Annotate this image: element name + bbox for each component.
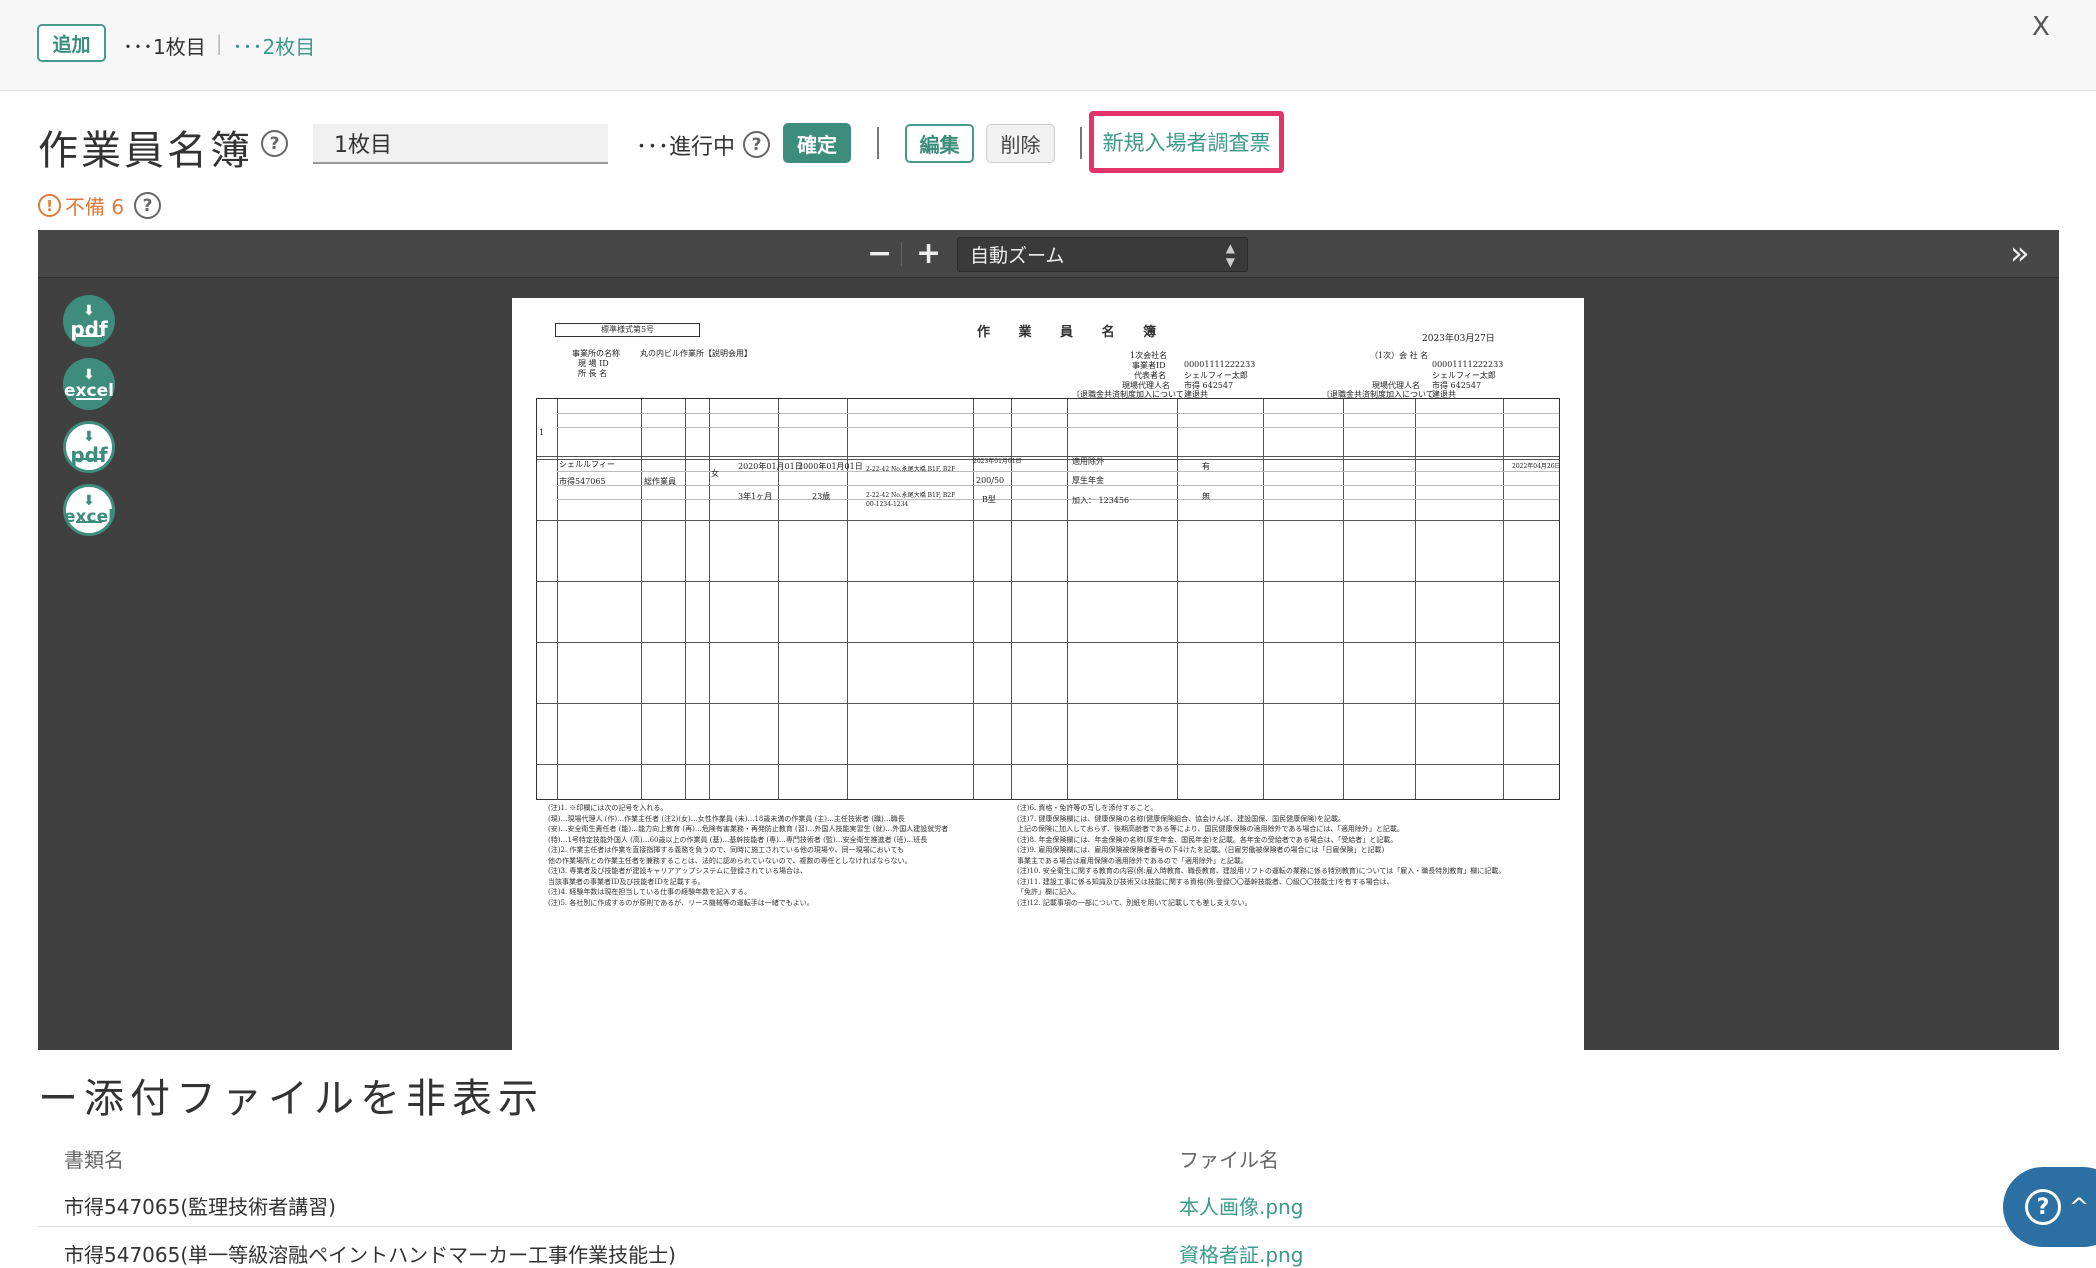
help-widget-button[interactable]: ? ^ <box>2003 1167 2096 1247</box>
attachment-doc-name: 市得547065(監理技術者講習) <box>64 1195 336 1219</box>
employment-insurance: 加入： 123456 <box>1072 496 1130 505</box>
help-question-icon[interactable]: ? <box>261 130 288 157</box>
edit-button[interactable]: 編集 <box>905 124 974 163</box>
viewer-toolbar: − + 自動ズーム ▲ ▼ » <box>38 230 2059 278</box>
office-value: 丸の内ビル作業所【説明会用】 <box>640 349 752 358</box>
pdf-download-outline-icon[interactable]: ⬇ pdf <box>63 421 115 473</box>
zoom-out-button[interactable]: − <box>867 236 892 271</box>
emergency-address: 2-22-42 No.永尾大橋 B1F, B2F <box>866 492 956 499</box>
hide-attachments-toggle[interactable]: ー添付ファイルを非表示 <box>38 1066 544 1124</box>
site-name-label: 所 長 名 <box>578 369 608 378</box>
page-title: 作業員名簿 <box>38 128 253 174</box>
column-header-document: 書類名 <box>64 1148 124 1172</box>
worker-gender: 女 <box>711 469 719 478</box>
deficit-indicator[interactable]: ! 不備 6 ? <box>38 191 162 220</box>
notes-left: (注)1. ※印欄には次の記号を入れる。 (現)…現場代理人 (作)…作業主任者… <box>548 804 949 907</box>
health-check-date: 2023年01月01日 <box>973 458 1022 465</box>
retirement-has: 有 <box>1202 462 1210 471</box>
expand-sidebar-icon[interactable]: » <box>2010 234 2030 272</box>
deficit-help-question-icon[interactable]: ? <box>134 192 162 219</box>
last-entry-date: 2022年04月26日 <box>1512 463 1561 470</box>
worker-years: 3年1ヶ月 <box>738 492 773 501</box>
pension: 厚生年金 <box>1072 476 1104 485</box>
new-entrant-survey-button[interactable]: 新規入場者調査票 <box>1089 111 1284 173</box>
row-number: 1 <box>539 428 545 437</box>
sheet-tabs: ･･･1枚目 | ･･･2枚目 <box>123 31 315 60</box>
worker-address: 2-22-42 No.永尾大橋 B1F, B2F <box>866 466 956 473</box>
tab-sheet-2[interactable]: ･･･2枚目 <box>232 31 315 60</box>
help-question-icon: ? <box>2025 1189 2061 1225</box>
secondary-company-label: （1次）会 社 名 <box>1370 351 1429 360</box>
worker-role: 総作業員 <box>644 477 676 486</box>
excel-download-outline-icon[interactable]: ⬇ excel <box>63 484 115 536</box>
zoom-value: 自動ズーム <box>970 245 1065 267</box>
download-icons: ⬇ pdf ⬇ excel ⬇ pdf ⬇ excel <box>63 295 115 547</box>
worker-hired: 2020年01月01日 <box>738 462 803 471</box>
document-page: 標準様式第5号 作 業 員 名 簿 2023年03月27日 事業所の名称 丸の内… <box>512 298 1584 1050</box>
column-header-file: ファイル名 <box>1179 1148 1279 1172</box>
chevron-up-icon: ^ <box>2069 1193 2090 1221</box>
form-number: 標準様式第5号 <box>555 323 700 337</box>
worker-age: 23歳 <box>812 492 831 501</box>
select-arrows-icon: ▲ ▼ <box>1225 240 1235 269</box>
document-date: 2023年03月27日 <box>1422 334 1495 344</box>
row-divider <box>38 1226 2059 1227</box>
company-id-2: 00001111222233 <box>1432 360 1504 369</box>
warning-icon: ! <box>38 194 61 217</box>
confirm-button[interactable]: 確定 <box>783 123 851 163</box>
top-bar: 追加 ･･･1枚目 | ･･･2枚目 X <box>0 0 2096 91</box>
company-id: 00001111222233 <box>1184 360 1256 369</box>
excel-download-icon[interactable]: ⬇ excel <box>63 358 115 410</box>
status-text: ･･･進行中 <box>636 135 736 160</box>
delete-button[interactable]: 削除 <box>986 124 1055 163</box>
worker-table <box>536 398 1560 800</box>
worker-kana: シェルルフィー <box>559 460 615 469</box>
tab-sheet-1[interactable]: ･･･1枚目 <box>123 31 206 60</box>
close-icon[interactable]: X <box>2032 12 2050 42</box>
emergency-phone: 00-1234-1234 <box>866 501 909 508</box>
document-title: 作 業 員 名 簿 <box>977 325 1169 340</box>
sheet-name-input[interactable] <box>313 124 608 164</box>
zoom-select[interactable]: 自動ズーム ▲ ▼ <box>957 237 1248 272</box>
blood-pressure: 200/50 <box>976 476 1005 485</box>
pdf-viewer: − + 自動ズーム ▲ ▼ » ⬇ pdf ⬇ excel ⬇ pdf ⬇ exc… <box>38 230 2059 1050</box>
pdf-download-icon[interactable]: ⬇ pdf <box>63 295 115 347</box>
notes-right: (注)6. 資格・免許等の写しを添付すること。 (注)7. 健康保険欄には、健康… <box>1017 804 1506 907</box>
worker-name: 市得547065 <box>559 477 606 486</box>
tab-separator: | <box>215 31 223 55</box>
worker-birth: 2000年01月01日 <box>798 462 863 471</box>
retirement-none: 無 <box>1202 492 1210 501</box>
attachment-file-link[interactable]: 本人画像.png <box>1179 1191 1303 1220</box>
divider <box>1080 127 1082 159</box>
divider <box>877 127 879 159</box>
health-insurance: 適用除外 <box>1072 457 1104 466</box>
zoom-in-button[interactable]: + <box>916 236 941 271</box>
status-help-question-icon[interactable]: ? <box>743 131 770 158</box>
blood-type: B型 <box>982 495 996 504</box>
add-button[interactable]: 追加 <box>37 24 106 62</box>
deficit-label: 不備 6 <box>65 195 125 219</box>
toolbar-separator <box>901 242 902 266</box>
